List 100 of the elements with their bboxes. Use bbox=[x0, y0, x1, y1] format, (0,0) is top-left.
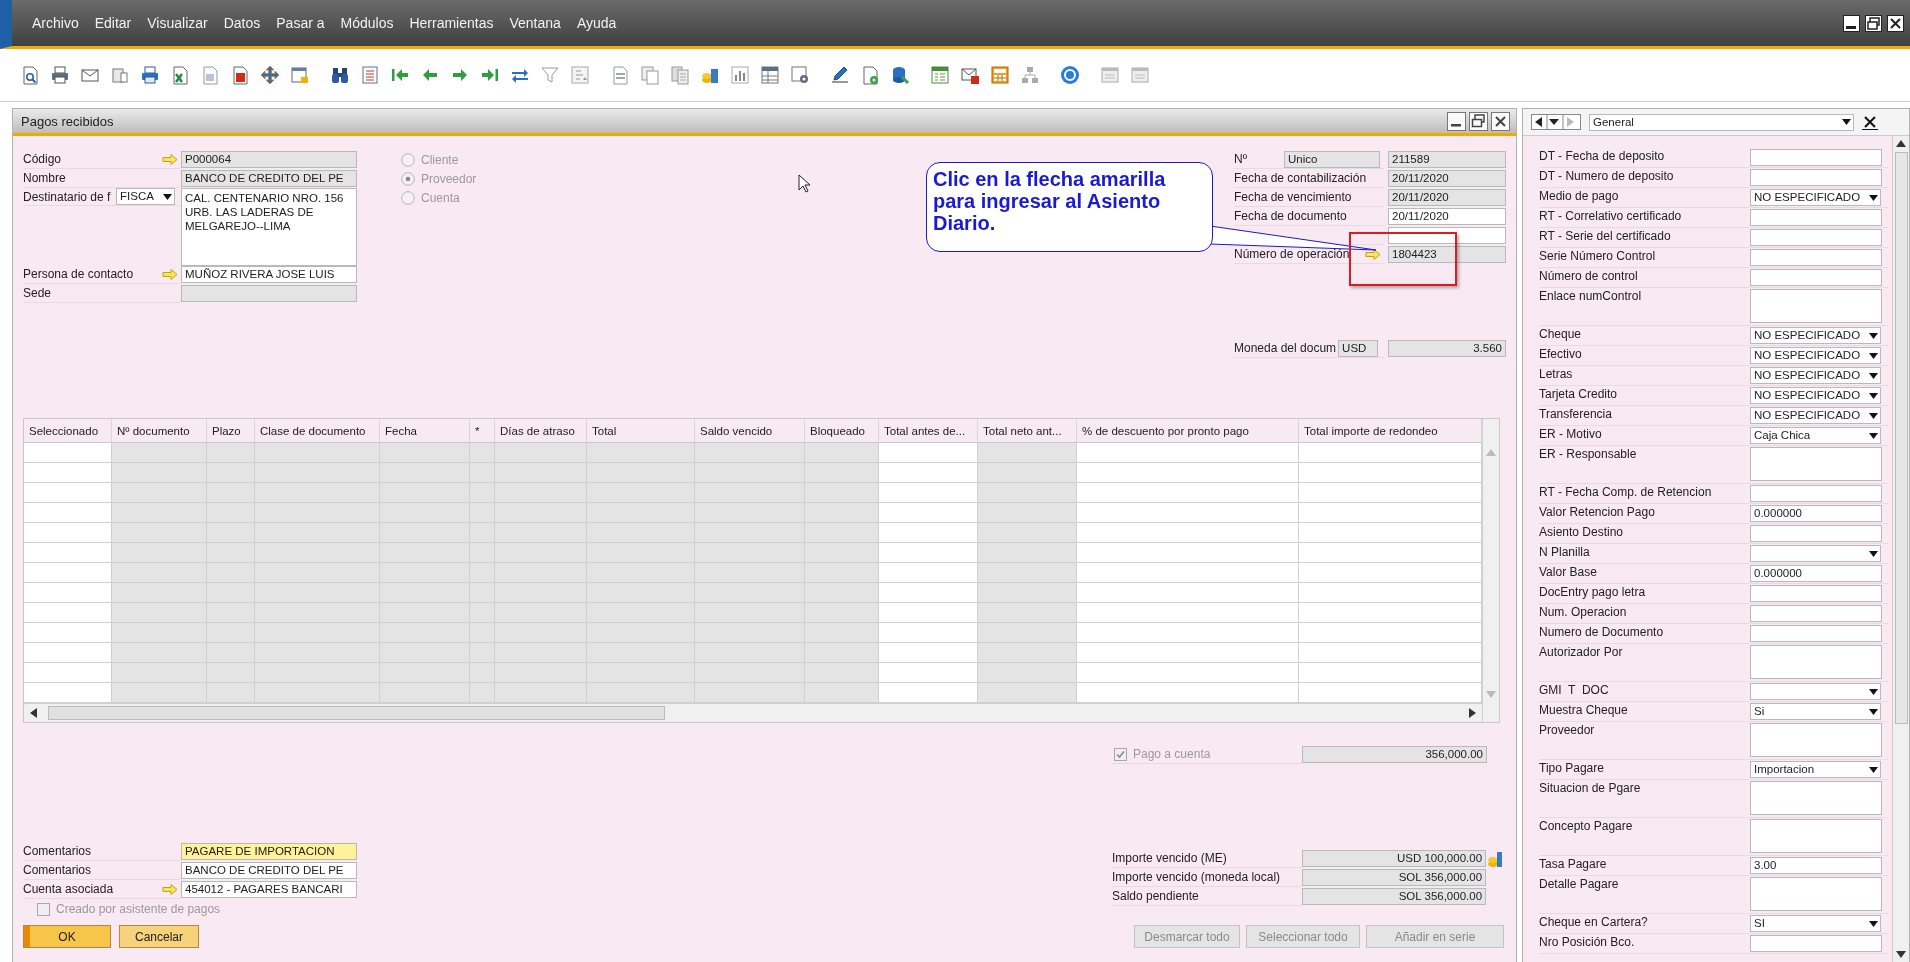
table-icon[interactable] bbox=[760, 65, 780, 85]
ok-button[interactable]: OK bbox=[23, 925, 111, 948]
input-field[interactable]: P000064 bbox=[181, 151, 357, 168]
device-icon[interactable] bbox=[110, 65, 130, 85]
horizontal-scrollbar[interactable] bbox=[24, 703, 1482, 722]
dropdown[interactable] bbox=[1750, 683, 1881, 700]
scroll-thumb[interactable] bbox=[48, 706, 665, 720]
chart-icon[interactable] bbox=[730, 65, 750, 85]
filter-icon[interactable] bbox=[540, 65, 560, 85]
coins-icon[interactable] bbox=[1487, 849, 1503, 868]
calculator-icon[interactable] bbox=[990, 65, 1010, 85]
input-field[interactable]: Unico bbox=[1284, 150, 1380, 168]
navigation-arrows-icon[interactable] bbox=[1531, 114, 1581, 130]
input-field[interactable] bbox=[1750, 249, 1882, 266]
dropdown[interactable]: NO ESPECIFICADO bbox=[1750, 367, 1881, 384]
input-field[interactable] bbox=[1750, 485, 1882, 502]
scroll-up-icon[interactable] bbox=[1896, 140, 1906, 148]
binoculars-icon[interactable] bbox=[330, 65, 350, 85]
input-field[interactable]: 0.000000 bbox=[1750, 565, 1882, 582]
input-field[interactable]: SOL 356,000.00 bbox=[1301, 869, 1487, 886]
dropdown[interactable]: SI bbox=[1750, 915, 1881, 932]
input-field[interactable] bbox=[1750, 525, 1882, 542]
input-field[interactable] bbox=[1750, 819, 1882, 853]
input-field[interactable]: USD bbox=[1338, 339, 1379, 357]
input-field[interactable]: BANCO DE CREDITO DEL PE bbox=[181, 862, 357, 879]
scroll-down-icon[interactable] bbox=[1896, 950, 1906, 958]
copy-document-icon[interactable] bbox=[640, 65, 660, 85]
menu-item[interactable]: Módulos bbox=[340, 15, 394, 31]
locked-document-icon[interactable] bbox=[290, 65, 310, 85]
input-field[interactable]: MUÑOZ RIVERA JOSE LUIS bbox=[181, 266, 357, 283]
scroll-left-icon[interactable] bbox=[30, 708, 38, 718]
menu-item[interactable]: Archivo bbox=[32, 15, 79, 31]
vertical-scrollbar[interactable] bbox=[1892, 136, 1909, 962]
link-arrow-icon[interactable] bbox=[1365, 248, 1381, 260]
input-field[interactable]: 3.560 bbox=[1388, 340, 1506, 357]
window-icon[interactable] bbox=[1100, 65, 1120, 85]
menu-item[interactable]: Visualizar bbox=[147, 15, 208, 31]
document-search-icon[interactable] bbox=[20, 65, 40, 85]
dropdown[interactable]: Caja Chica bbox=[1750, 427, 1881, 444]
dropdown[interactable]: General bbox=[1589, 113, 1854, 131]
input-field[interactable]: 20/11/2020 bbox=[1388, 170, 1506, 187]
input-field[interactable] bbox=[1750, 645, 1882, 679]
input-field[interactable] bbox=[1388, 227, 1506, 244]
input-field[interactable]: 454012 - PAGARES BANCARI bbox=[181, 881, 357, 898]
input-field[interactable]: BANCO DE CREDITO DEL PE bbox=[181, 170, 357, 187]
menu-item[interactable]: Ventana bbox=[509, 15, 561, 31]
input-field[interactable]: SOL 356,000.00 bbox=[1301, 888, 1487, 905]
minimize-icon[interactable] bbox=[1447, 111, 1466, 131]
move-arrows-icon[interactable] bbox=[260, 65, 280, 85]
input-field[interactable]: USD 100,000.00 bbox=[1301, 850, 1487, 867]
input-field[interactable]: 3.00 bbox=[1750, 857, 1882, 874]
calendar-icon[interactable] bbox=[930, 65, 950, 85]
printer-icon[interactable] bbox=[50, 65, 70, 85]
dropdown[interactable]: Importacion bbox=[1750, 761, 1881, 778]
close-icon[interactable] bbox=[1491, 111, 1510, 131]
printer-icon[interactable] bbox=[140, 65, 160, 85]
input-field[interactable] bbox=[1750, 209, 1882, 226]
input-field[interactable]: 20/11/2020 bbox=[1388, 208, 1506, 225]
close-icon[interactable] bbox=[1887, 14, 1904, 32]
window-icon[interactable] bbox=[1130, 65, 1150, 85]
pencil-icon[interactable] bbox=[830, 65, 850, 85]
input-field[interactable]: CAL. CENTENARIO NRO. 156 URB. LAS LADERAS DE MELGAREJO--LIMA bbox=[181, 188, 357, 266]
input-field[interactable] bbox=[1750, 585, 1882, 602]
list-icon[interactable] bbox=[360, 65, 380, 85]
database-icon[interactable] bbox=[890, 65, 910, 85]
input-field[interactable] bbox=[1750, 605, 1882, 622]
input-field[interactable] bbox=[1750, 625, 1882, 642]
scroll-thumb[interactable] bbox=[1894, 152, 1908, 724]
minimize-icon[interactable] bbox=[1843, 14, 1860, 32]
input-field[interactable] bbox=[1750, 935, 1882, 952]
dropdown[interactable]: FISCA bbox=[116, 188, 175, 205]
input-field[interactable]: 1804423 bbox=[1388, 246, 1506, 263]
input-field[interactable] bbox=[1750, 229, 1882, 246]
menu-item[interactable]: Editar bbox=[94, 15, 132, 31]
dropdown[interactable]: NO ESPECIFICADO bbox=[1750, 387, 1881, 404]
menu-item[interactable]: Ayuda bbox=[576, 15, 617, 31]
input-field[interactable]: 0.000000 bbox=[1750, 505, 1882, 522]
dropdown[interactable]: NO ESPECIFICADO bbox=[1750, 327, 1881, 344]
document-stack-icon[interactable] bbox=[670, 65, 690, 85]
restore-icon[interactable] bbox=[1469, 111, 1488, 131]
input-field[interactable] bbox=[1750, 877, 1882, 911]
spreadsheet-icon[interactable] bbox=[170, 65, 190, 85]
menu-item[interactable]: Pasar a bbox=[276, 15, 325, 31]
input-field[interactable]: 211589 bbox=[1388, 151, 1506, 168]
envelope-icon[interactable] bbox=[960, 65, 980, 85]
input-field[interactable]: 20/11/2020 bbox=[1388, 189, 1506, 206]
menu-item[interactable]: Herramientas bbox=[409, 15, 494, 31]
cancel-button[interactable]: Cancelar bbox=[119, 925, 199, 948]
document-settings-icon[interactable] bbox=[860, 65, 880, 85]
input-field[interactable] bbox=[1750, 149, 1882, 166]
input-field[interactable] bbox=[1750, 781, 1882, 815]
input-field[interactable] bbox=[181, 285, 357, 302]
help-icon[interactable] bbox=[1060, 65, 1080, 85]
input-field[interactable] bbox=[1750, 169, 1882, 186]
sort-icon[interactable] bbox=[570, 65, 590, 85]
document-icon[interactable] bbox=[230, 65, 250, 85]
dropdown[interactable]: Si bbox=[1750, 703, 1881, 720]
org-chart-icon[interactable] bbox=[1020, 65, 1040, 85]
scroll-right-icon[interactable] bbox=[1468, 708, 1476, 718]
close-icon[interactable] bbox=[1862, 114, 1878, 130]
